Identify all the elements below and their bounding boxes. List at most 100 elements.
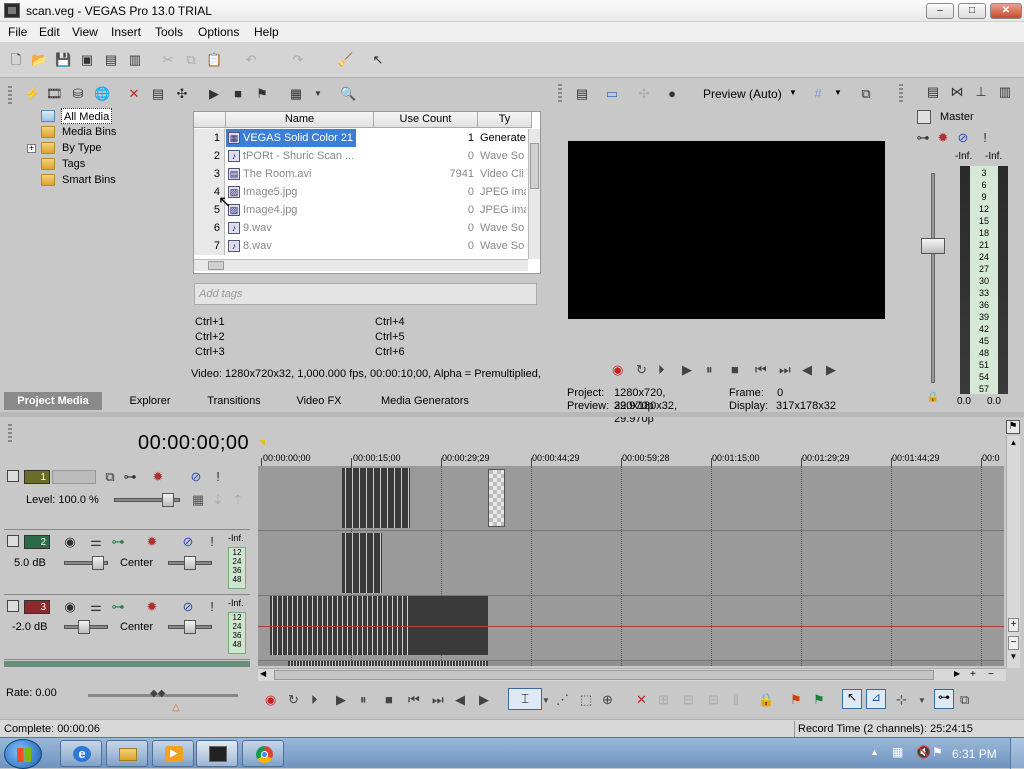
track-expand-icon[interactable] [7,535,19,547]
tree-item-media-bins[interactable]: Media Bins [62,124,116,140]
track-header-video-1[interactable]: 1 ⧉ ⊶ ✹ ⊘ ! Level: 100.0 % ▦ ⇣ ⇡ [4,466,250,530]
save-as-icon[interactable]: ▣ [79,52,95,68]
blend-mode-icon[interactable]: ▦ [190,492,206,508]
panel-grip-icon[interactable] [8,86,12,104]
tag-shortcut[interactable]: Ctrl+4 [375,316,405,328]
clock[interactable]: 6:31 PM [952,747,997,761]
split-icon[interactable]: ⫼ [733,692,739,708]
enable-snapping-icon[interactable]: ⊿ [866,689,886,709]
tag-shortcut[interactable]: Ctrl+2 [195,331,225,343]
hscroll-thumb[interactable] [274,670,934,680]
tree-item-tags[interactable]: Tags [62,156,85,172]
flag-marker-icon[interactable]: ⚑ [1006,420,1020,434]
arm-record-icon[interactable]: ◉ [62,599,78,615]
solo-icon[interactable]: ! [977,130,993,146]
menu-view[interactable]: View [72,25,98,39]
vegas-app-icon[interactable] [4,3,20,18]
dim-output-icon[interactable]: ⊥ [973,84,989,100]
track-expand-icon[interactable] [7,600,19,612]
tag-shortcut[interactable]: Ctrl+1 [195,316,225,328]
scroll-left-icon[interactable]: ◀ [260,669,266,678]
previous-frame-icon[interactable]: ◀ [802,362,812,378]
selection-tool-icon[interactable]: ⬚ [580,692,592,708]
open-icon[interactable]: 📂 [31,52,47,68]
copy-snapshot-icon[interactable]: ⧉ [858,86,874,102]
timeline-tracks[interactable] [258,466,1004,666]
broom-icon[interactable]: 🧹 [337,52,353,68]
bus-route-icon[interactable]: ⊶ [915,130,931,146]
delete-icon[interactable]: ✕ [636,692,647,708]
downmix-icon[interactable]: ⋈ [949,84,965,100]
chevron-down-icon[interactable]: ▼ [542,696,550,705]
chevron-down-icon[interactable]: ▼ [789,88,797,97]
go-to-start-icon[interactable]: ⏮ [755,362,767,378]
zoom-out-track-icon[interactable]: − [1008,636,1019,650]
minimize-button[interactable]: – [926,3,954,19]
auto-crossfade-icon[interactable]: ⊹ [896,692,907,708]
scroll-right-icon[interactable]: ▶ [954,669,960,678]
play-icon[interactable]: ▶ [682,362,692,378]
go-to-end-icon[interactable]: ⏭ [779,362,791,378]
stop-icon[interactable]: ■ [731,362,739,377]
tab-project-media[interactable]: Project Media [4,392,102,410]
play-from-start-icon[interactable]: ⏵ [311,692,318,708]
new-icon[interactable]: 🗋 [8,52,24,68]
volume-slider-handle[interactable] [92,556,104,570]
insert-marker-icon[interactable]: ⚑ [790,692,802,708]
record-icon[interactable]: ◉ [265,692,276,708]
master-fader-handle[interactable] [921,238,945,254]
loop-playback-icon[interactable]: ↻ [288,692,299,708]
record-icon[interactable]: ◉ [612,362,623,378]
volume-muted-icon[interactable]: 🔇 [916,745,931,759]
zoom-in-track-icon[interactable]: + [1008,618,1019,632]
lock-event-icon[interactable]: 🔒 [758,692,774,708]
mixer-icon[interactable]: ▥ [997,84,1013,100]
copy-icon[interactable]: ⧉ [183,52,199,68]
maximize-button[interactable]: □ [958,3,986,19]
previous-frame-icon[interactable]: ◀ [455,692,465,708]
loop-icon[interactable]: ↻ [636,362,647,378]
tag-shortcut[interactable]: Ctrl+5 [375,331,405,343]
solo-icon[interactable]: ! [210,469,226,485]
normal-edit-tool-icon[interactable]: ⌶ [508,688,542,710]
tab-media-generators[interactable]: Media Generators [370,392,480,410]
next-frame-icon[interactable]: ▶ [479,692,489,708]
views-icon[interactable]: ▦ [288,86,304,102]
get-media-icon[interactable]: ⛁ [70,86,86,102]
track-fx-icon[interactable]: ✹ [144,599,160,615]
time-ruler[interactable]: 00:00:00;00 00:00:15;00 00:00:29;29 00:0… [258,446,1004,468]
close-button[interactable]: ✕ [990,3,1022,19]
solo-icon[interactable]: ! [204,534,220,550]
lock-envelopes-icon[interactable]: ⧉ [960,692,969,708]
overlays-icon[interactable]: # [810,86,826,102]
stop-icon[interactable]: ■ [385,692,393,707]
panel-grip-icon[interactable] [8,424,12,442]
cut-icon[interactable]: ✂ [160,52,176,68]
tab-transitions[interactable]: Transitions [200,392,268,410]
mute-icon[interactable]: ⊘ [188,469,204,485]
panel-grip-icon[interactable] [558,84,562,102]
views-dropdown-icon[interactable]: ▼ [310,86,326,102]
master-fx-icon[interactable]: ✹ [935,130,951,146]
play-from-start-icon[interactable]: ⏵ [658,362,665,378]
auto-ripple-icon[interactable]: ↖ [842,689,862,709]
capture-icon[interactable]: 🎞 [46,86,63,102]
track-expand-icon[interactable] [7,470,19,482]
splitter[interactable] [0,412,1024,417]
internet-explorer-icon[interactable]: e [60,740,102,767]
volume-slider-handle[interactable] [78,620,90,634]
tree-item-smart-bins[interactable]: Smart Bins [62,172,116,188]
media-player-icon[interactable]: ▶ [152,740,194,767]
audio-event-clip[interactable] [342,533,382,593]
make-parent-icon[interactable]: ⇣ [210,492,226,508]
rate-slider-handle[interactable]: ◆◆ [150,688,176,700]
file-row[interactable]: 4 ▨ Image5.jpg 0 JPEG ima [194,183,534,201]
trim-start-icon[interactable]: ⊟ [683,692,694,708]
menu-options[interactable]: Options [198,25,239,39]
flag-icon[interactable]: ⚑ [932,745,943,759]
column-header-type[interactable]: Ty [478,112,532,128]
file-list-hscroll[interactable] [194,259,528,271]
play-media-icon[interactable]: ▶ [206,86,222,102]
volume-envelope-line[interactable] [258,626,1004,627]
pan-slider-handle[interactable] [184,620,196,634]
